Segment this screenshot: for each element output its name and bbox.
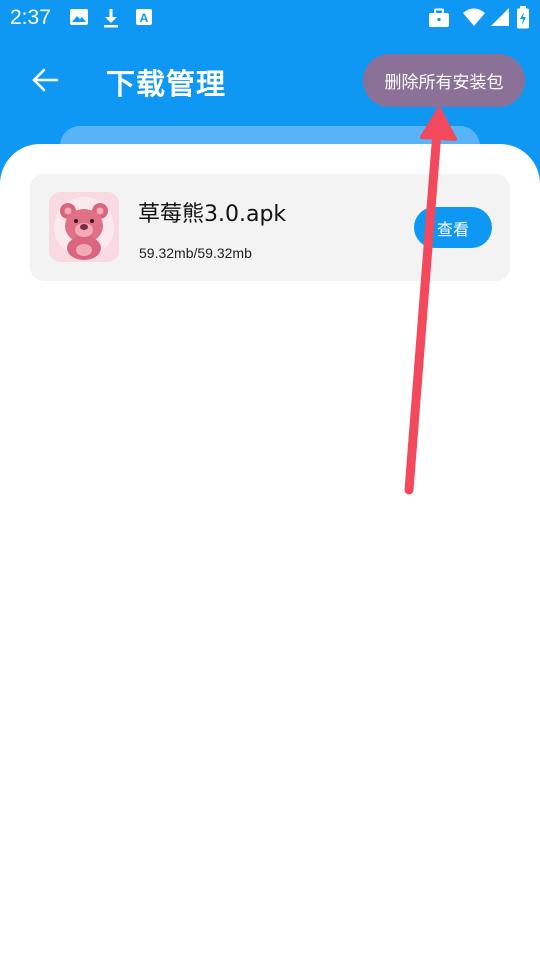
arrow-left-icon — [32, 68, 59, 92]
image-icon — [70, 9, 88, 25]
download-manager-screen: 2:37 A 下载管理 删除所有安装包 草莓熊3.0.apk 59.32mb/5… — [0, 0, 540, 960]
signal-icon — [491, 8, 509, 26]
page-title: 下载管理 — [106, 67, 227, 101]
download-list: 草莓熊3.0.apk 59.32mb/59.32mb 查看 — [0, 144, 540, 960]
battery-icon — [517, 6, 529, 29]
status-time: 2:37 — [10, 6, 51, 29]
status-bar: 2:37 A — [0, 0, 540, 36]
download-icon — [104, 9, 118, 28]
font-icon: A — [136, 9, 152, 25]
delete-all-packages-button[interactable]: 删除所有安装包 — [363, 54, 525, 107]
svg-text:A: A — [140, 11, 149, 25]
file-size: 59.32mb/59.32mb — [139, 245, 252, 261]
view-button[interactable]: 查看 — [414, 207, 492, 248]
wifi-icon — [463, 8, 485, 26]
download-item: 草莓熊3.0.apk 59.32mb/59.32mb 查看 — [30, 174, 510, 281]
strawberry-bear-app-icon — [49, 192, 119, 262]
file-name: 草莓熊3.0.apk — [138, 202, 287, 227]
briefcase-icon — [429, 8, 449, 27]
back-button[interactable] — [28, 62, 64, 98]
